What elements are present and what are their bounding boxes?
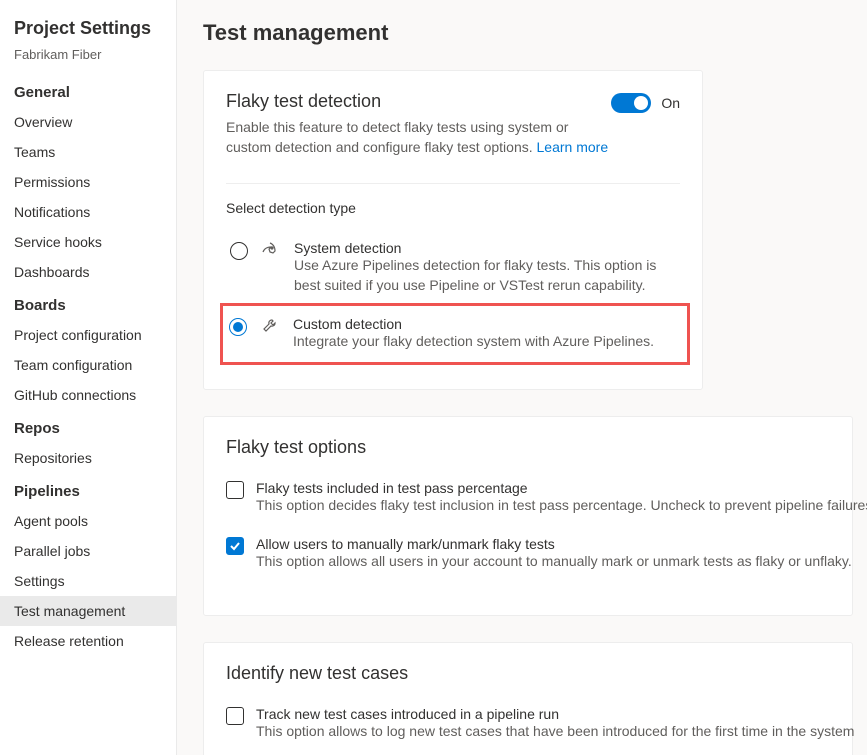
flaky-option-desc: This option allows all users in your acc… <box>256 552 852 572</box>
sidebar-item-agent-pools[interactable]: Agent pools <box>0 506 176 536</box>
divider <box>226 183 680 184</box>
flaky-description: Enable this feature to detect flaky test… <box>226 118 611 157</box>
sidebar-item-overview[interactable]: Overview <box>0 107 176 137</box>
sidebar-item-team-configuration[interactable]: Team configuration <box>0 350 176 380</box>
flaky-option-checkbox[interactable] <box>226 481 244 499</box>
detection-title: System detection <box>294 240 676 256</box>
flaky-option-title: Allow users to manually mark/unmark flak… <box>256 536 852 552</box>
toggle-label: On <box>661 95 680 111</box>
sidebar-item-notifications[interactable]: Notifications <box>0 197 176 227</box>
identify-option-desc: This option allows to log new test cases… <box>256 722 854 742</box>
detection-radio[interactable] <box>229 318 247 336</box>
flaky-option-row: Allow users to manually mark/unmark flak… <box>226 536 830 572</box>
sidebar-item-test-management[interactable]: Test management <box>0 596 176 626</box>
sidebar-item-settings[interactable]: Settings <box>0 566 176 596</box>
flaky-option-desc: This option decides flaky test inclusion… <box>256 496 867 516</box>
sidebar-section-head: Boards <box>0 287 176 320</box>
sidebar-section-head: Pipelines <box>0 473 176 506</box>
flaky-option-checkbox[interactable] <box>226 537 244 555</box>
sidebar-item-project-configuration[interactable]: Project configuration <box>0 320 176 350</box>
select-detection-label: Select detection type <box>226 200 680 216</box>
sidebar-item-repositories[interactable]: Repositories <box>0 443 176 473</box>
sidebar-item-permissions[interactable]: Permissions <box>0 167 176 197</box>
sidebar-item-github-connections[interactable]: GitHub connections <box>0 380 176 410</box>
sidebar: Project Settings Fabrikam Fiber GeneralO… <box>0 0 177 755</box>
identify-heading: Identify new test cases <box>226 663 830 684</box>
rocket-icon <box>262 242 280 258</box>
identify-option-row: Track new test cases introduced in a pip… <box>226 706 830 742</box>
detection-title: Custom detection <box>293 316 654 332</box>
sidebar-title: Project Settings <box>0 14 176 45</box>
flaky-option-title: Flaky tests included in test pass percen… <box>256 480 867 496</box>
project-name: Fabrikam Fiber <box>0 45 176 74</box>
identify-option-title: Track new test cases introduced in a pip… <box>256 706 854 722</box>
flaky-option-row: Flaky tests included in test pass percen… <box>226 480 830 516</box>
sidebar-item-release-retention[interactable]: Release retention <box>0 626 176 656</box>
flaky-detection-toggle[interactable] <box>611 93 651 113</box>
wrench-icon <box>261 318 279 334</box>
identify-option-checkbox[interactable] <box>226 707 244 725</box>
flaky-options-card: Flaky test options Flaky tests included … <box>203 416 853 616</box>
sidebar-item-teams[interactable]: Teams <box>0 137 176 167</box>
detection-radio[interactable] <box>230 242 248 260</box>
sidebar-item-dashboards[interactable]: Dashboards <box>0 257 176 287</box>
options-heading: Flaky test options <box>226 437 830 458</box>
detection-desc: Use Azure Pipelines detection for flaky … <box>294 256 676 295</box>
flaky-heading: Flaky test detection <box>226 91 611 112</box>
sidebar-section-head: General <box>0 74 176 107</box>
sidebar-item-service-hooks[interactable]: Service hooks <box>0 227 176 257</box>
detection-option-system-detection[interactable]: System detectionUse Azure Pipelines dete… <box>226 232 680 303</box>
main-content: Test management Flaky test detection Ena… <box>177 0 867 755</box>
detection-option-custom-detection[interactable]: Custom detectionIntegrate your flaky det… <box>220 303 690 365</box>
sidebar-section-head: Repos <box>0 410 176 443</box>
flaky-detection-card: Flaky test detection Enable this feature… <box>203 70 703 390</box>
sidebar-item-parallel-jobs[interactable]: Parallel jobs <box>0 536 176 566</box>
detection-desc: Integrate your flaky detection system wi… <box>293 332 654 352</box>
learn-more-link[interactable]: Learn more <box>537 139 609 155</box>
identify-card: Identify new test cases Track new test c… <box>203 642 853 755</box>
page-title: Test management <box>203 20 867 46</box>
